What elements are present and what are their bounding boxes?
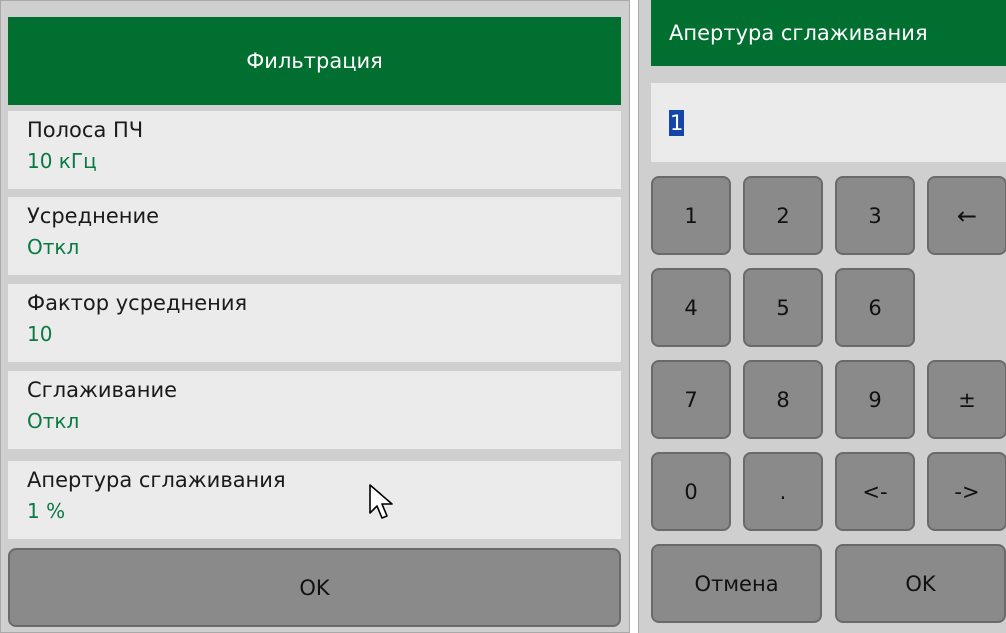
value-input-field[interactable]: 1 [651, 83, 1006, 162]
key-5[interactable]: 5 [743, 268, 823, 347]
key-9[interactable]: 9 [835, 360, 915, 439]
keypad-title: Апертура сглаживания [651, 0, 1006, 66]
menu-item-title: Апертура сглаживания [27, 468, 286, 492]
menu-item-title: Усреднение [27, 204, 160, 228]
menu-item-title: Сглаживание [27, 378, 178, 402]
menu-item-smoothing-aperture[interactable]: Апертура сглаживания 1 % [8, 461, 621, 539]
menu-item-title: Полоса ПЧ [27, 118, 144, 142]
menu-item-if-bandwidth[interactable]: Полоса ПЧ 10 кГц [8, 111, 621, 189]
filter-ok-button[interactable]: OK [8, 548, 621, 627]
filter-panel-title: Фильтрация [8, 17, 621, 105]
key-4[interactable]: 4 [651, 268, 731, 347]
menu-item-value: Откл [27, 235, 80, 259]
menu-item-title: Фактор усреднения [27, 291, 248, 315]
filter-panel: Фильтрация Полоса ПЧ 10 кГц Усреднение О… [0, 0, 630, 633]
key-6[interactable]: 6 [835, 268, 915, 347]
cancel-button[interactable]: Отмена [651, 544, 822, 623]
menu-item-averaging-factor[interactable]: Фактор усреднения 10 [8, 284, 621, 362]
menu-item-smoothing[interactable]: Сглаживание Откл [8, 371, 621, 449]
keypad-panel: Апертура сглаживания 1 1 2 3 ← 4 5 6 7 8… [638, 0, 1006, 633]
plus-minus-key[interactable]: ± [927, 360, 1006, 439]
key-1[interactable]: 1 [651, 176, 731, 255]
menu-item-value: 10 кГц [27, 149, 97, 173]
menu-item-averaging[interactable]: Усреднение Откл [8, 197, 621, 275]
key-3[interactable]: 3 [835, 176, 915, 255]
mouse-pointer-icon [369, 484, 393, 519]
backspace-key[interactable]: ← [927, 176, 1006, 255]
cursor-right-key[interactable]: -> [927, 452, 1006, 531]
menu-item-value: 10 [27, 322, 53, 346]
menu-item-value: 1 % [27, 499, 66, 523]
key-0[interactable]: 0 [651, 452, 731, 531]
cursor-left-key[interactable]: <- [835, 452, 915, 531]
decimal-point-key[interactable]: . [743, 452, 823, 531]
keypad-ok-button[interactable]: OK [835, 544, 1006, 623]
value-input-text: 1 [669, 109, 685, 136]
key-8[interactable]: 8 [743, 360, 823, 439]
key-7[interactable]: 7 [651, 360, 731, 439]
key-2[interactable]: 2 [743, 176, 823, 255]
menu-item-value: Откл [27, 409, 80, 433]
